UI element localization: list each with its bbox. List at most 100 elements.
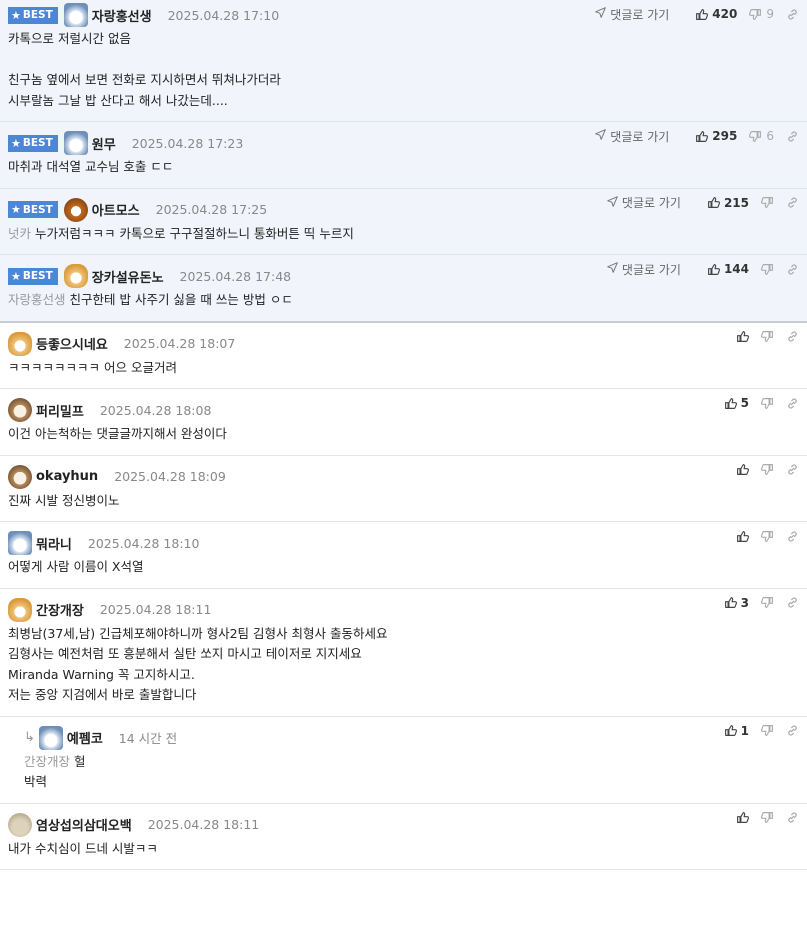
- upvote-button[interactable]: 5: [724, 396, 749, 410]
- comment-text: 마취과 대석열 교수님 호출 ㄷㄷ: [8, 159, 174, 174]
- author-name[interactable]: 간장개장: [36, 600, 84, 619]
- comment-header: okayhun 2025.04.28 18:09: [8, 463, 799, 491]
- comment-line: 넛카 누가저럼ㅋㅋㅋ 카톡으로 구구절절하느니 통화버튼 띡 누르지: [8, 224, 799, 245]
- copy-link-button[interactable]: [786, 263, 799, 276]
- downvote-button[interactable]: [761, 724, 774, 737]
- downvote-button[interactable]: [761, 596, 774, 609]
- copy-link-button[interactable]: [786, 596, 799, 609]
- upvote-count: 3: [740, 595, 749, 610]
- send-icon: [607, 262, 622, 276]
- copy-link-button[interactable]: [786, 196, 799, 209]
- avatar[interactable]: [8, 464, 32, 489]
- upvote-button[interactable]: 144: [707, 262, 749, 276]
- comment-line: 박력: [24, 772, 799, 793]
- comment-line: 이건 아는척하는 댓글글까지해서 완성이다: [8, 424, 799, 445]
- thumbs-up-icon: [707, 196, 720, 209]
- upvote-count: 1: [740, 723, 749, 738]
- downvote-button[interactable]: 6: [749, 129, 774, 143]
- author-name[interactable]: 아트모스: [92, 200, 140, 219]
- comment-text: 내가 수치심이 드네 시발ㅋㅋ: [8, 840, 158, 856]
- goto-comment-label: 댓글로 가기: [621, 262, 681, 277]
- downvote-button[interactable]: [761, 263, 774, 276]
- comment-text: 김형사는 예전처럼 또 흥분해서 실탄 쏘지 마시고 테이저로 지지세요: [8, 646, 362, 661]
- author-name[interactable]: okayhun: [36, 469, 98, 484]
- comment-body: 내가 수치심이 드네 시발ㅋㅋ: [8, 839, 799, 870]
- link-icon: [786, 397, 799, 410]
- avatar[interactable]: [63, 131, 88, 155]
- avatar[interactable]: [8, 597, 32, 622]
- upvote-button[interactable]: [736, 530, 749, 543]
- goto-comment-link[interactable]: 댓글로 가기: [595, 128, 669, 145]
- downvote-button[interactable]: 9: [749, 7, 774, 21]
- thumbs-up-icon: [736, 463, 749, 476]
- upvote-button[interactable]: 420: [695, 7, 737, 21]
- avatar[interactable]: [8, 331, 32, 356]
- goto-comment-link[interactable]: 댓글로 가기: [595, 6, 669, 23]
- author-name[interactable]: 원무: [92, 134, 116, 153]
- mention-name[interactable]: 넛카: [8, 226, 31, 241]
- avatar[interactable]: [8, 531, 32, 555]
- avatar[interactable]: [8, 398, 32, 422]
- downvote-button[interactable]: [761, 330, 774, 343]
- copy-link-button[interactable]: [786, 530, 799, 543]
- avatar[interactable]: [63, 197, 88, 222]
- avatar[interactable]: [63, 264, 88, 288]
- author-name[interactable]: 자랑홍선생: [92, 6, 152, 25]
- comment-body: 이건 아는척하는 댓글글까지해서 완성이다: [8, 424, 799, 455]
- upvote-button[interactable]: 3: [724, 596, 749, 610]
- author-name[interactable]: 예펨코: [67, 728, 103, 747]
- avatar[interactable]: [8, 812, 32, 837]
- thumbs-up-icon: [736, 330, 749, 343]
- comment: 퍼리밀프 2025.04.28 18:08 5 이건 아는척하는 댓글글까지해서 완성…: [0, 389, 807, 456]
- downvote-button[interactable]: [761, 811, 774, 824]
- upvote-button[interactable]: [736, 330, 749, 343]
- avatar[interactable]: [63, 3, 88, 27]
- copy-link-button[interactable]: [786, 330, 799, 343]
- copy-link-button[interactable]: [786, 397, 799, 410]
- copy-link-button[interactable]: [786, 811, 799, 824]
- copy-link-button[interactable]: [786, 463, 799, 476]
- comment-text: ㅋㅋㅋㅋㅋㅋㅋㅋ 어으 오글거려: [8, 359, 177, 375]
- best-comment: ★ BEST 장카설유돈노 2025.04.28 17:48 댓글로 가기 144 자랑홍선…: [0, 255, 807, 323]
- thumbs-down-icon: [761, 397, 774, 410]
- downvote-button[interactable]: [761, 530, 774, 543]
- author-name[interactable]: 등좋으시네요: [36, 334, 108, 353]
- comment-text: 카톡으로 저럴시간 없음: [8, 31, 131, 46]
- thumbs-down-icon: [761, 330, 774, 343]
- comment-body: 카톡으로 저럴시간 없음 친구놈 옆에서 보면 전화로 지시하면서 뛰쳐나가더라 시…: [8, 29, 799, 121]
- mention-name[interactable]: 자랑홍선생: [8, 292, 66, 307]
- best-badge: ★ BEST: [8, 6, 58, 24]
- best-badge: ★ BEST: [8, 201, 58, 218]
- upvote-button[interactable]: 295: [695, 129, 737, 143]
- upvote-button[interactable]: [736, 463, 749, 476]
- comment: 간장개장 2025.04.28 18:11 3 최병남(37세,남) 긴급체포해야하니…: [0, 589, 807, 717]
- comment-line: 김형사는 예전처럼 또 흥분해서 실탄 쏘지 마시고 테이저로 지지세요: [8, 644, 799, 665]
- copy-link-button[interactable]: [786, 8, 799, 21]
- author-name[interactable]: 염상섭의삼대오백: [36, 815, 132, 834]
- author-name[interactable]: 퍼리밀프: [36, 401, 84, 420]
- avatar[interactable]: [38, 725, 63, 750]
- upvote-button[interactable]: 1: [724, 724, 749, 738]
- upvote-button[interactable]: [736, 811, 749, 824]
- comment-line: Miranda Warning 꼭 고지하시고.: [8, 665, 799, 686]
- goto-comment-link[interactable]: 댓글로 가기: [607, 194, 681, 211]
- star-icon: ★: [11, 8, 21, 22]
- copy-link-button[interactable]: [786, 130, 799, 143]
- downvote-button[interactable]: [761, 397, 774, 410]
- downvote-button[interactable]: [761, 196, 774, 209]
- comment-line: 간장개장 헐: [24, 752, 799, 773]
- downvote-button[interactable]: [761, 463, 774, 476]
- link-icon: [786, 130, 799, 143]
- comment-date: 2025.04.28 17:48: [179, 268, 292, 284]
- mention-name[interactable]: 간장개장: [24, 754, 70, 769]
- goto-comment-link[interactable]: 댓글로 가기: [607, 261, 681, 278]
- author-name[interactable]: 뭐라니: [36, 534, 72, 553]
- comment-actions: 댓글로 가기 420 9: [595, 4, 799, 24]
- upvote-button[interactable]: 215: [707, 196, 749, 210]
- copy-link-button[interactable]: [786, 724, 799, 737]
- link-icon: [786, 530, 799, 543]
- comment-line: 어떻게 사람 이름이 X석열: [8, 557, 799, 578]
- author-name[interactable]: 장카설유돈노: [92, 267, 164, 286]
- thumbs-up-icon: [724, 596, 737, 609]
- upvote-count: 215: [723, 195, 749, 210]
